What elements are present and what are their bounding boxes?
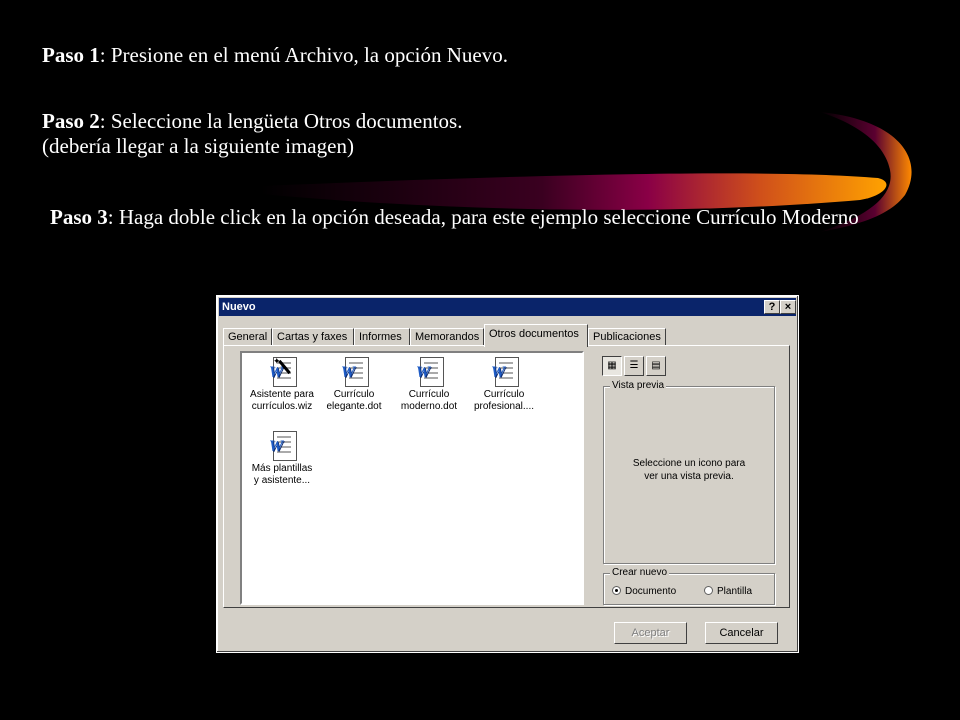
word-wizard-icon: W ✦ (267, 356, 297, 389)
template-label-line1: Más plantillas (251, 463, 313, 474)
help-button[interactable]: ? (764, 300, 780, 314)
crear-nuevo-group: Crear nuevo Documento Plantilla (603, 567, 775, 605)
template-list[interactable]: W ✦ Asistente para currículos.wiz W Currí… (240, 351, 584, 605)
radio-selected-icon (612, 586, 621, 595)
cancelar-button[interactable]: Cancelar (705, 622, 778, 644)
template-label-line2: y asistente... (253, 475, 311, 486)
word-template-icon: W (489, 357, 519, 389)
aceptar-button[interactable]: Aceptar (614, 622, 687, 644)
step-2-text: Paso 2: Seleccione la lengüeta Otros doc… (42, 109, 462, 159)
dialog-titlebar[interactable]: Nuevo ? × (219, 298, 796, 316)
template-label-line2: elegante.dot (326, 401, 382, 412)
radio-documento[interactable]: Documento (612, 586, 676, 598)
dialog-title: Nuevo (222, 301, 256, 313)
details-view-icon[interactable]: ▤ (646, 356, 666, 376)
tab-informes[interactable]: Informes (354, 328, 410, 346)
step-3-instruction: : Haga doble click en la opción deseada,… (107, 205, 859, 229)
template-asistente-curriculos[interactable]: W ✦ Asistente para currículos.wiz (242, 356, 322, 413)
crear-nuevo-label: Crear nuevo (610, 567, 670, 579)
preview-group: Vista previa Seleccione un icono para ve… (603, 380, 775, 564)
step-3-text: Paso 3: Haga doble click en la opción de… (50, 205, 910, 230)
step-2-note: (debería llegar a la siguiente imagen) (42, 134, 354, 158)
preview-message-line1: Seleccione un icono para (632, 458, 746, 469)
tab-general[interactable]: General (223, 328, 272, 346)
template-label-line2: currículos.wiz (251, 401, 313, 412)
template-curriculo-profesional[interactable]: W Currículo profesional.... (464, 357, 544, 413)
tab-publicaciones[interactable]: Publicaciones (588, 328, 666, 346)
template-label-line1: Currículo (333, 389, 375, 400)
tab-memorandos[interactable]: Memorandos (410, 328, 484, 346)
template-label-line1: Asistente para (250, 389, 314, 400)
template-label-line2: moderno.dot (400, 401, 458, 412)
step-1-label: Paso 1 (42, 43, 100, 67)
nuevo-dialog: Nuevo ? × General Cartas y faxes Informe… (216, 295, 799, 653)
step-1-text: Paso 1: Presione en el menú Archivo, la … (42, 43, 508, 68)
preview-message-line2: ver una vista previa. (644, 471, 734, 482)
template-curriculo-elegante[interactable]: W Currículo elegante.dot (314, 357, 394, 413)
radio-plantilla[interactable]: Plantilla (704, 586, 752, 598)
radio-documento-label: Documento (625, 586, 677, 597)
radio-plantilla-label: Plantilla (717, 586, 753, 597)
radio-unselected-icon (704, 586, 713, 595)
word-template-icon: W (267, 431, 297, 463)
step-2-instruction: : Seleccione la lengüeta Otros documento… (99, 109, 463, 133)
template-curriculo-moderno[interactable]: W Currículo moderno.dot (389, 357, 469, 413)
preview-message: Seleccione un icono para ver una vista p… (604, 457, 774, 483)
word-template-icon: W (414, 357, 444, 389)
list-view-icon[interactable]: ☰ (624, 356, 644, 376)
step-1-instruction: : Presione en el menú Archivo, la opción… (99, 43, 508, 67)
tab-otros-documentos[interactable]: Otros documentos (484, 324, 588, 347)
step-2-label: Paso 2 (42, 109, 100, 133)
preview-label: Vista previa (610, 380, 667, 392)
word-template-icon: W (339, 357, 369, 389)
template-label-line2: profesional.... (473, 401, 535, 412)
template-label-line1: Currículo (483, 389, 525, 400)
large-icons-view-icon[interactable]: ▦ (602, 356, 622, 376)
step-3-label: Paso 3 (50, 205, 108, 229)
template-mas-plantillas[interactable]: W Más plantillas y asistente... (242, 431, 322, 487)
tab-cartas-y-faxes[interactable]: Cartas y faxes (272, 328, 354, 346)
close-button[interactable]: × (780, 300, 796, 314)
template-label-line1: Currículo (408, 389, 450, 400)
